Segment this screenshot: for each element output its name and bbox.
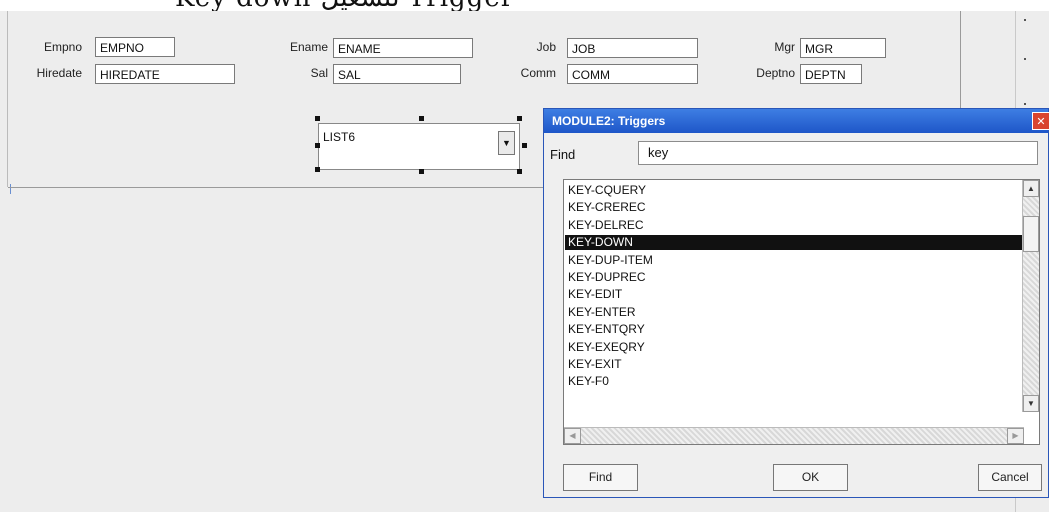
vertical-scrollbar[interactable]: ▲ ▼ <box>1022 180 1039 412</box>
trigger-list-item[interactable]: KEY-ENTQRY <box>565 322 1025 337</box>
trigger-listbox[interactable]: KEY-CQUERY KEY-CREREC KEY-DELREC KEY-DOWN KE… <box>563 179 1040 445</box>
chevron-down-icon[interactable]: ▼ <box>498 131 515 155</box>
resize-handle[interactable] <box>517 116 522 121</box>
resize-handle[interactable] <box>419 169 424 174</box>
close-icon[interactable]: ✕ <box>1032 112 1049 130</box>
resize-handle[interactable] <box>315 167 320 172</box>
find-button[interactable]: Find <box>563 464 638 491</box>
find-input[interactable]: key <box>638 141 1038 165</box>
empno-field[interactable]: EMPNO <box>95 37 175 57</box>
trigger-list-item[interactable]: KEY-F0 <box>565 374 1025 389</box>
scroll-up-icon[interactable]: ▲ <box>1023 180 1039 197</box>
trigger-list-item[interactable]: KEY-DELREC <box>565 218 1025 233</box>
trigger-list-item[interactable]: KEY-CREREC <box>565 200 1025 215</box>
job-label: Job <box>536 40 556 54</box>
comm-field[interactable]: COMM <box>567 64 698 84</box>
sal-label: Sal <box>310 66 328 80</box>
top-banner: Key down لتشغيل Trigger <box>0 0 1049 11</box>
find-label: Find <box>550 147 576 162</box>
trigger-list-item[interactable]: KEY-DUPREC <box>565 270 1025 285</box>
cancel-button[interactable]: Cancel <box>978 464 1042 491</box>
resize-handle[interactable] <box>315 116 320 121</box>
dialog-title: MODULE2: Triggers <box>544 109 1048 133</box>
mgr-field[interactable]: MGR <box>800 38 886 58</box>
comm-label: Comm <box>520 66 556 80</box>
trigger-list-item[interactable]: KEY-CQUERY <box>565 183 1025 198</box>
scroll-left-icon[interactable]: ◀ <box>564 428 581 444</box>
form-canvas: Empno EMPNO Hiredate HIREDATE Ename ENAM… <box>0 11 1049 512</box>
ename-field[interactable]: ENAME <box>333 38 473 58</box>
resize-handle[interactable] <box>517 169 522 174</box>
resize-handle[interactable] <box>315 143 320 148</box>
hiredate-label: Hiredate <box>36 66 82 80</box>
grid-dot <box>1024 19 1026 21</box>
trigger-list-item[interactable]: KEY-DOWN <box>565 235 1025 251</box>
list-item-value: LIST6 <box>323 130 356 144</box>
sal-field[interactable]: SAL <box>333 64 461 84</box>
grid-dot <box>1024 58 1026 60</box>
trigger-list-item[interactable]: KEY-EXIT <box>565 357 1025 372</box>
scroll-down-icon[interactable]: ▼ <box>1023 395 1039 412</box>
list-item-list6[interactable]: LIST6 ▼ <box>318 123 520 170</box>
trigger-list-item[interactable]: KEY-DUP-ITEM <box>565 253 1025 268</box>
horizontal-scrollbar[interactable]: ◀ ▶ <box>564 427 1024 444</box>
ename-label: Ename <box>289 40 328 54</box>
trigger-list-item[interactable]: KEY-ENTER <box>565 305 1025 320</box>
mgr-label: Mgr <box>774 40 795 54</box>
job-field[interactable]: JOB <box>567 38 698 58</box>
resize-handle[interactable] <box>522 143 527 148</box>
ok-button[interactable]: OK <box>773 464 848 491</box>
triggers-dialog: MODULE2: Triggers ✕ Find key KEY-CQUERY K… <box>543 108 1049 498</box>
banner-text: Key down لتشغيل Trigger <box>175 0 514 11</box>
grid-dot <box>1024 103 1026 105</box>
scroll-thumb[interactable] <box>1023 216 1039 252</box>
empno-label: Empno <box>43 40 82 54</box>
resize-handle[interactable] <box>419 116 424 121</box>
scroll-right-icon[interactable]: ▶ <box>1007 428 1024 444</box>
deptno-label: Deptno <box>756 66 795 80</box>
deptno-field[interactable]: DEPTN <box>800 64 862 84</box>
trigger-list-item[interactable]: KEY-EDIT <box>565 287 1025 302</box>
hiredate-field[interactable]: HIREDATE <box>95 64 235 84</box>
trigger-list-item[interactable]: KEY-EXEQRY <box>565 340 1025 355</box>
